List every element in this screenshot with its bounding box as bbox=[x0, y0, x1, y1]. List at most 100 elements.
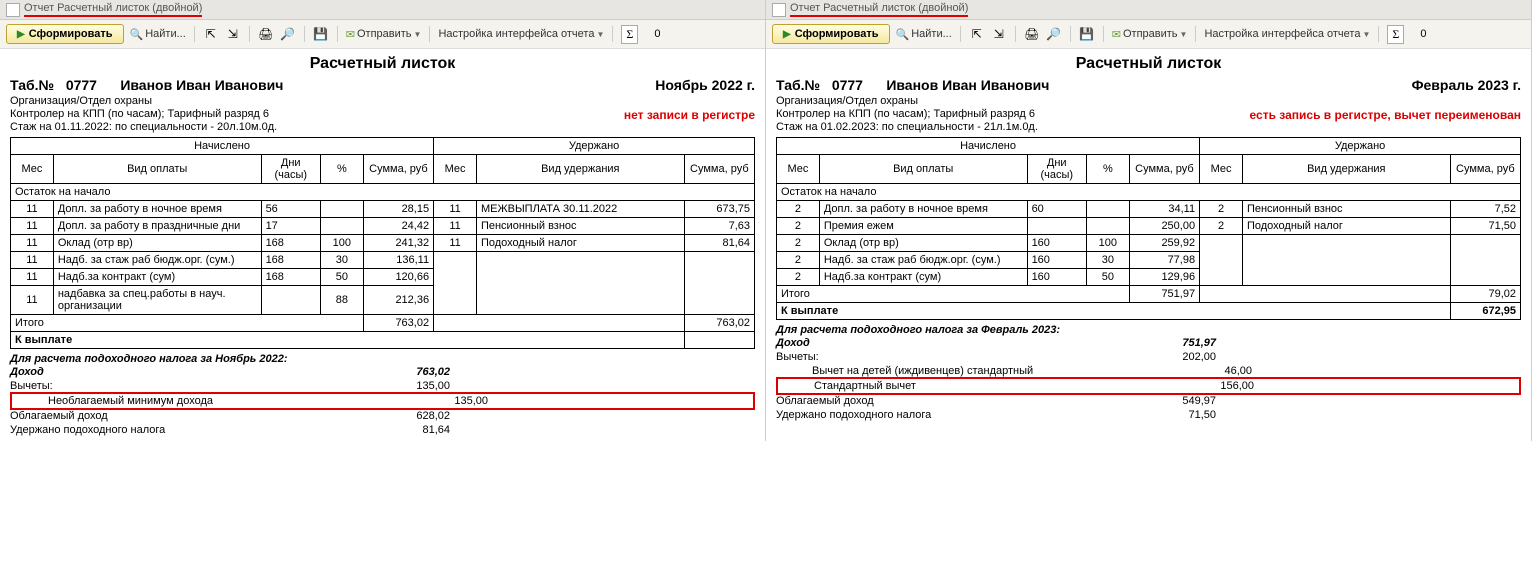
summary-section: Для расчета подоходного налога за Феврал… bbox=[776, 324, 1521, 422]
find-button[interactable]: 🔍 Найти... bbox=[130, 28, 186, 41]
org-line: Организация/Отдел охраны bbox=[10, 95, 755, 107]
tabno-value: 0777 bbox=[66, 77, 97, 93]
deduction-item: Вычет на детей (иждивенцев) стандартный … bbox=[776, 364, 1521, 378]
table-row: 2 Премия ежем 250,00 2 Подоходный налог … bbox=[777, 218, 1521, 235]
generate-button-label: Сформировать bbox=[29, 28, 113, 40]
position-line: Контролер на КПП (по часам); Тарифный ра… bbox=[776, 108, 1521, 120]
summary-section: Для расчета подоходного налога за Ноябрь… bbox=[10, 353, 755, 437]
table-header-group: Начислено Удержано bbox=[11, 138, 755, 155]
chevron-down-icon: ▼ bbox=[414, 30, 422, 39]
stage-line: Стаж на 01.11.2022: по специальности - 2… bbox=[10, 121, 755, 133]
preview-icon[interactable]: 🔎 bbox=[280, 26, 296, 42]
send-button[interactable]: ✉ Отправить ▼ bbox=[1112, 28, 1188, 41]
chevron-down-icon: ▼ bbox=[1362, 30, 1370, 39]
generate-button[interactable]: ▶ Сформировать bbox=[772, 24, 890, 44]
period: Ноябрь 2022 г. bbox=[655, 77, 755, 93]
total-row: Итого 763,02 763,02 bbox=[11, 315, 755, 332]
find-button[interactable]: 🔍 Найти... bbox=[896, 28, 952, 41]
sigma-value: 0 bbox=[1420, 28, 1426, 40]
tabno-value: 0777 bbox=[832, 77, 863, 93]
document-icon bbox=[772, 3, 786, 17]
print-icon[interactable]: 🖨 bbox=[1024, 26, 1040, 42]
table-row: 2 Оклад (отр вр) 160 100 259,92 bbox=[777, 235, 1521, 252]
window-title: Отчет Расчетный листок (двойной) bbox=[24, 2, 202, 17]
deductions-row: Вычеты: 202,00 bbox=[776, 350, 1521, 364]
withheld-header: Удержано bbox=[1200, 138, 1521, 155]
start-balance-row: Остаток на начало bbox=[777, 184, 1521, 201]
sigma-button[interactable]: Σ bbox=[621, 25, 638, 44]
save-icon[interactable]: 💾 bbox=[1079, 26, 1095, 42]
position-line: Контролер на КПП (по часам); Тарифный ра… bbox=[10, 108, 755, 120]
income-row: Доход 751,97 bbox=[776, 336, 1521, 350]
deductions-row: Вычеты: 135,00 bbox=[10, 379, 755, 393]
save-icon[interactable]: 💾 bbox=[313, 26, 329, 42]
payroll-table: Начислено Удержано Мес Вид оплаты Дни (ч… bbox=[776, 137, 1521, 320]
document-title: Расчетный листок bbox=[10, 55, 755, 73]
start-balance-row: Остаток на начало bbox=[11, 184, 755, 201]
mail-icon: ✉ bbox=[1112, 28, 1121, 41]
separator bbox=[1015, 26, 1016, 42]
table-row: 11 Оклад (отр вр) 168 100 241,32 11 Подо… bbox=[11, 235, 755, 252]
table-row: 11 Надб. за стаж раб бюдж.орг. (сум.) 16… bbox=[11, 252, 755, 269]
settings-button[interactable]: Настройка интерфейса отчета ▼ bbox=[438, 28, 604, 40]
accrued-header: Начислено bbox=[777, 138, 1200, 155]
separator bbox=[960, 26, 961, 42]
separator bbox=[337, 26, 338, 42]
taxable-row: Облагаемый доход 549,97 bbox=[776, 394, 1521, 408]
toolbar: ▶ Сформировать 🔍 Найти... ⇱ ⇲ 🖨 🔎 💾 ✉ От… bbox=[766, 20, 1531, 49]
separator bbox=[429, 26, 430, 42]
table-row: 11 Допл. за работу в ночное время 56 28,… bbox=[11, 201, 755, 218]
expand-icon[interactable]: ⇱ bbox=[969, 26, 985, 42]
generate-button[interactable]: ▶ Сформировать bbox=[6, 24, 124, 44]
annotation: есть запись в регистре, вычет переименов… bbox=[1250, 108, 1521, 122]
separator bbox=[1070, 26, 1071, 42]
expand-icon[interactable]: ⇱ bbox=[203, 26, 219, 42]
play-icon: ▶ bbox=[17, 29, 25, 40]
highlighted-deduction: Стандартный вычет 156,00 bbox=[776, 377, 1521, 395]
income-row: Доход 763,02 bbox=[10, 365, 755, 379]
mail-icon: ✉ bbox=[346, 28, 355, 41]
collapse-icon[interactable]: ⇲ bbox=[225, 26, 241, 42]
report-content: Расчетный листок Таб.№ 0777 Иванов Иван … bbox=[0, 49, 765, 441]
tax-section-header: Для расчета подоходного налога за Ноябрь… bbox=[10, 353, 755, 365]
highlighted-deduction: Необлагаемый минимум дохода 135,00 bbox=[10, 392, 755, 410]
taxable-row: Облагаемый доход 628,02 bbox=[10, 409, 755, 423]
tabno-label: Таб.№ bbox=[10, 77, 54, 93]
sigma-value: 0 bbox=[654, 28, 660, 40]
deduction-item: Стандартный вычет 156,00 bbox=[778, 379, 1519, 393]
chevron-down-icon: ▼ bbox=[596, 30, 604, 39]
total-row: Итого 751,97 79,02 bbox=[777, 286, 1521, 303]
separator bbox=[194, 26, 195, 42]
left-pane: Отчет Расчетный листок (двойной) ▶ Сформ… bbox=[0, 0, 766, 441]
table-header-cols: Мес Вид оплаты Дни (часы) % Сумма, руб М… bbox=[11, 155, 755, 184]
collapse-icon[interactable]: ⇲ bbox=[991, 26, 1007, 42]
search-icon: 🔍 bbox=[130, 28, 144, 41]
period: Февраль 2023 г. bbox=[1412, 77, 1521, 93]
employee-name: Иванов Иван Иванович bbox=[886, 77, 1049, 93]
withheld-row: Удержано подоходного налога 71,50 bbox=[776, 408, 1521, 422]
report-content: Расчетный листок Таб.№ 0777 Иванов Иван … bbox=[766, 49, 1531, 426]
org-line: Организация/Отдел охраны bbox=[776, 95, 1521, 107]
separator bbox=[1195, 26, 1196, 42]
employee-name: Иванов Иван Иванович bbox=[120, 77, 283, 93]
annotation: нет записи в регистре bbox=[624, 108, 755, 122]
preview-icon[interactable]: 🔎 bbox=[1046, 26, 1062, 42]
sigma-button[interactable]: Σ bbox=[1387, 25, 1404, 44]
send-button[interactable]: ✉ Отправить ▼ bbox=[346, 28, 422, 41]
settings-button[interactable]: Настройка интерфейса отчета ▼ bbox=[1204, 28, 1370, 40]
payroll-table: Начислено Удержано Мес Вид оплаты Дни (ч… bbox=[10, 137, 755, 349]
print-icon[interactable]: 🖨 bbox=[258, 26, 274, 42]
document-icon bbox=[6, 3, 20, 17]
table-row: 2 Допл. за работу в ночное время 60 34,1… bbox=[777, 201, 1521, 218]
separator bbox=[249, 26, 250, 42]
right-pane: Отчет Расчетный листок (двойной) ▶ Сформ… bbox=[766, 0, 1532, 441]
document-title: Расчетный листок bbox=[776, 55, 1521, 73]
table-header-cols: Мес Вид оплаты Дни (часы) % Сумма, руб М… bbox=[777, 155, 1521, 184]
window-title-bar: Отчет Расчетный листок (двойной) bbox=[0, 0, 765, 20]
search-icon: 🔍 bbox=[896, 28, 910, 41]
header-row: Таб.№ 0777 Иванов Иван Иванович Февраль … bbox=[776, 77, 1521, 93]
chevron-down-icon: ▼ bbox=[1180, 30, 1188, 39]
accrued-header: Начислено bbox=[11, 138, 434, 155]
stage-line: Стаж на 01.02.2023: по специальности - 2… bbox=[776, 121, 1521, 133]
separator bbox=[1103, 26, 1104, 42]
